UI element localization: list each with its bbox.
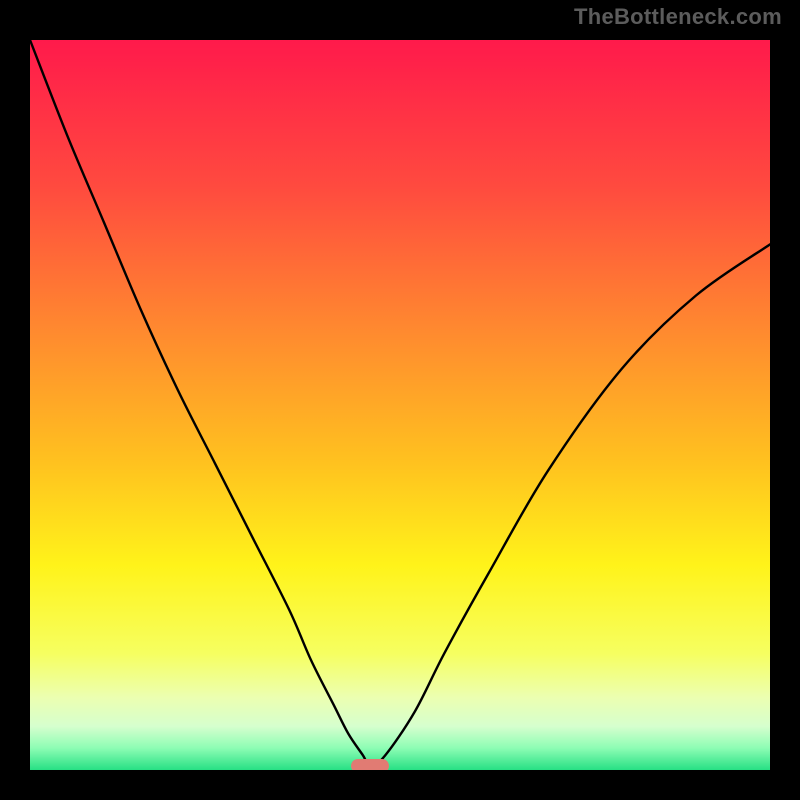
chart-frame <box>15 25 785 785</box>
bottleneck-curve <box>30 40 770 770</box>
optimal-point-marker <box>351 759 389 770</box>
chart-plot-area <box>30 40 770 770</box>
